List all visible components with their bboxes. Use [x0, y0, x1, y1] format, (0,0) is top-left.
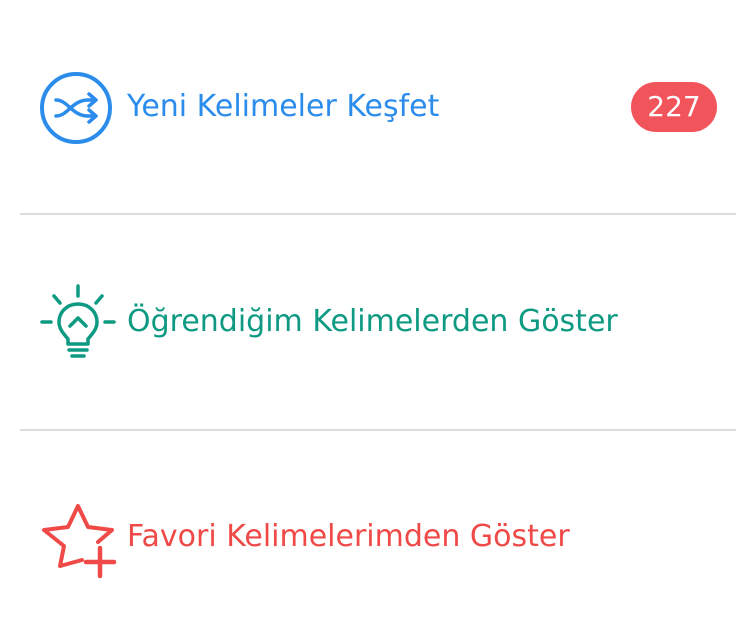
shuffle-icon [40, 72, 112, 144]
lightbulb-icon [40, 284, 116, 358]
menu-item-show-learned-words[interactable]: Öğrendiğim Kelimelerden Göster [0, 280, 752, 364]
menu-item-label: Yeni Kelimeler Keşfet [127, 89, 440, 124]
word-count-badge: 227 [631, 82, 717, 132]
menu-item-show-favorite-words[interactable]: Favori Kelimelerimden Göster [0, 498, 752, 582]
divider [20, 213, 736, 215]
menu-item-label: Öğrendiğim Kelimelerden Göster [127, 304, 618, 339]
word-menu: Yeni Kelimeler Keşfet 227 Öğrendiğim Kel… [0, 0, 752, 643]
divider [20, 429, 736, 431]
menu-item-discover-new-words[interactable]: Yeni Kelimeler Keşfet 227 [0, 66, 752, 150]
menu-item-label: Favori Kelimelerimden Göster [127, 519, 570, 554]
star-plus-icon [42, 504, 117, 579]
